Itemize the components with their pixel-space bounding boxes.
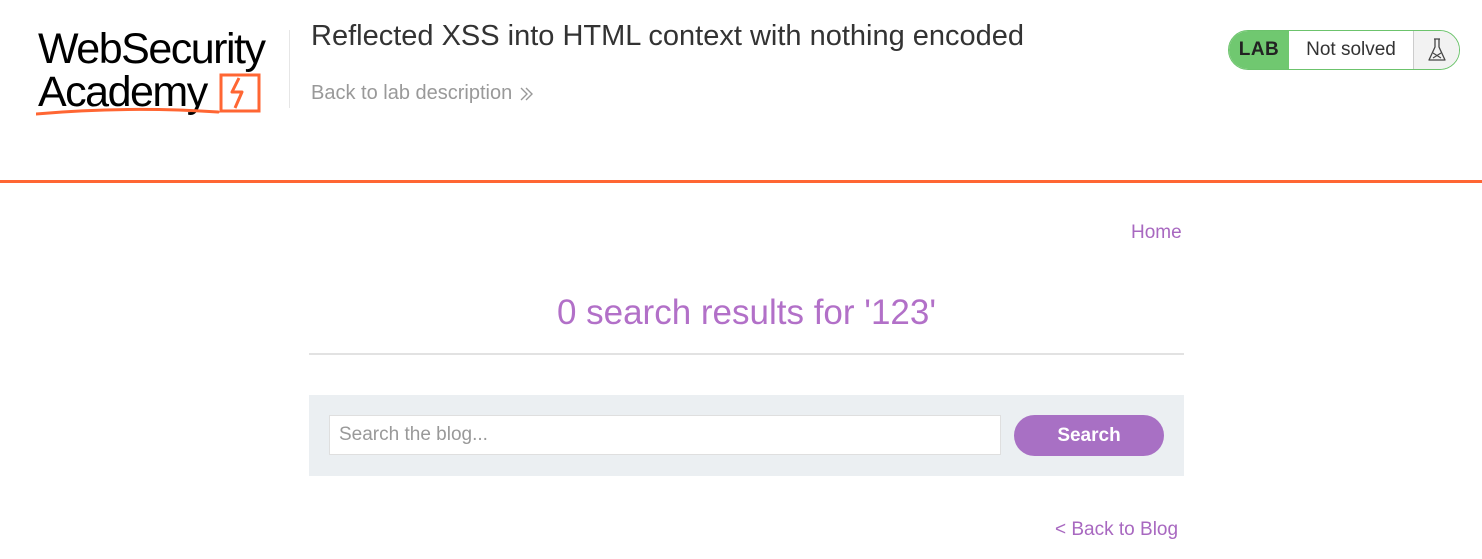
header-accent-rule <box>0 180 1482 183</box>
search-panel: Search <box>309 395 1184 476</box>
logo-lightning-icon <box>36 73 261 116</box>
back-to-blog-link[interactable]: < Back to Blog <box>1055 519 1178 541</box>
web-security-academy-logo[interactable]: WebSecurity Academy <box>36 26 286 118</box>
back-to-lab-description-link[interactable]: Back to lab description <box>311 82 534 105</box>
lab-title: Reflected XSS into HTML context with not… <box>311 20 1025 52</box>
flask-icon <box>1413 31 1459 69</box>
back-to-lab-description-label: Back to lab description <box>311 82 513 104</box>
lab-label: LAB <box>1229 31 1289 69</box>
search-results-heading: 0 search results for '123' <box>556 293 937 332</box>
search-input[interactable] <box>329 415 1001 455</box>
double-chevron-right-icon <box>520 87 534 101</box>
results-divider <box>309 353 1184 355</box>
search-button[interactable]: Search <box>1014 415 1164 456</box>
lab-status-text: Not solved <box>1306 39 1396 60</box>
lab-status-badge: LAB Not solved <box>1228 30 1460 70</box>
lab-header: WebSecurity Academy Reflected XSS into H… <box>0 0 1482 183</box>
header-divider <box>289 30 290 108</box>
home-link[interactable]: Home <box>1131 222 1182 244</box>
